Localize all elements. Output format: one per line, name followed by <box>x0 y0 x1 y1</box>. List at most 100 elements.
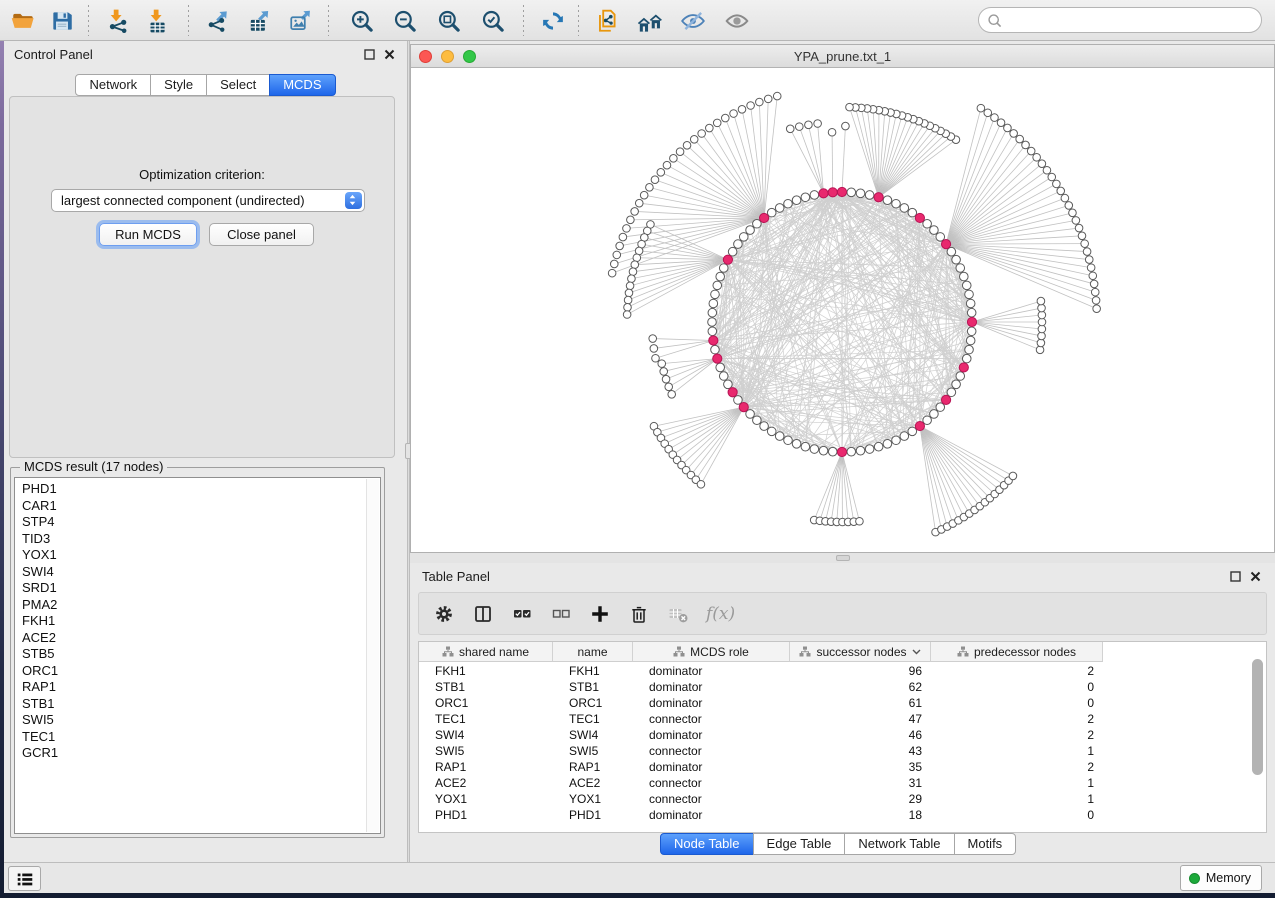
mcds-result-item[interactable]: TID3 <box>22 531 58 548</box>
clone-network-button[interactable] <box>590 4 624 37</box>
mcds-result-item[interactable]: STB5 <box>22 646 58 663</box>
mcds-result-item[interactable]: STP4 <box>22 514 58 531</box>
export-table-icon <box>247 8 273 34</box>
mcds-result-item[interactable]: SWI5 <box>22 712 58 729</box>
mcds-result-item[interactable]: ORC1 <box>22 663 58 680</box>
run-mcds-button[interactable]: Run MCDS <box>99 223 197 246</box>
export-image-button[interactable] <box>284 4 318 37</box>
float-icon <box>1230 571 1241 582</box>
hide-graphics-button[interactable] <box>676 4 710 37</box>
table-row[interactable]: SWI5SWI5connector431 <box>419 743 1103 759</box>
column-header-shared-name[interactable]: shared name <box>419 642 553 662</box>
tab-network[interactable]: Network <box>75 74 151 96</box>
create-column-button[interactable] <box>589 602 613 626</box>
result-list-scrollbar[interactable] <box>366 479 379 832</box>
mcds-result-item[interactable]: RAP1 <box>22 679 58 696</box>
mcds-result-title: MCDS result (17 nodes) <box>20 459 167 474</box>
memory-button[interactable]: Memory <box>1180 865 1262 891</box>
network-overview-button[interactable] <box>633 4 667 37</box>
tab-mcds[interactable]: MCDS <box>269 74 335 96</box>
mcds-result-item[interactable]: YOX1 <box>22 547 58 564</box>
close-panel-button[interactable] <box>384 48 397 61</box>
refresh-button[interactable] <box>536 4 570 37</box>
column-header-predecessor-nodes[interactable]: predecessor nodes <box>931 642 1103 662</box>
tab-style[interactable]: Style <box>150 74 207 96</box>
float-table-panel-button[interactable] <box>1230 570 1243 583</box>
table-panel: Table Panel f(x) shared na <box>410 563 1275 860</box>
horizontal-splitter[interactable] <box>410 553 1275 563</box>
export-network-button[interactable] <box>202 4 236 37</box>
show-columns-button[interactable] <box>472 602 496 626</box>
zoom-in-button[interactable] <box>345 4 379 37</box>
function-builder-label[interactable]: f(x) <box>706 604 735 624</box>
float-panel-button[interactable] <box>364 48 377 61</box>
mcds-result-item[interactable]: FKH1 <box>22 613 58 630</box>
table-row[interactable]: RAP1RAP1dominator352 <box>419 759 1103 775</box>
table-cell: FKH1 <box>419 663 553 679</box>
table-cell: 31 <box>790 775 931 791</box>
main-toolbar <box>0 0 1275 41</box>
export-table-button[interactable] <box>243 4 277 37</box>
column-header-MCDS-role[interactable]: MCDS role <box>633 642 790 662</box>
column-header-successor-nodes[interactable]: successor nodes <box>790 642 931 662</box>
show-graphics-button[interactable] <box>720 4 754 37</box>
delete-table-button[interactable] <box>667 602 691 626</box>
mcds-result-item[interactable]: GCR1 <box>22 745 58 762</box>
search-input[interactable] <box>1007 9 1255 31</box>
zoom-out-button[interactable] <box>388 4 422 37</box>
splitter-handle[interactable] <box>836 555 850 561</box>
tab-motifs[interactable]: Motifs <box>954 833 1017 855</box>
zoom-selected-icon <box>480 8 506 34</box>
mcds-result-item[interactable]: PHD1 <box>22 481 58 498</box>
table-scrollbar-thumb[interactable] <box>1252 659 1263 775</box>
table-cell: 0 <box>931 695 1103 711</box>
open-session-button[interactable] <box>6 4 40 37</box>
import-table-icon <box>144 8 170 34</box>
table-row[interactable]: FKH1FKH1dominator962 <box>419 663 1103 679</box>
table-row[interactable]: STB1STB1dominator620 <box>419 679 1103 695</box>
table-row[interactable]: YOX1YOX1connector291 <box>419 791 1103 807</box>
zoom-fit-button[interactable] <box>432 4 466 37</box>
deselect-all-button[interactable] <box>550 602 574 626</box>
mcds-result-item[interactable]: TEC1 <box>22 729 58 746</box>
tab-select[interactable]: Select <box>206 74 270 96</box>
column-header-name[interactable]: name <box>553 642 633 662</box>
table-cell: RAP1 <box>419 759 553 775</box>
memory-status-icon <box>1189 873 1200 884</box>
network-canvas[interactable] <box>411 68 1274 552</box>
mcds-result-list[interactable]: PHD1CAR1STP4TID3YOX1SWI4SRD1PMA2FKH1ACE2… <box>14 477 381 834</box>
column-type-icon <box>799 646 811 657</box>
search-box <box>978 7 1262 33</box>
table-row[interactable]: PHD1PHD1dominator180 <box>419 807 1103 823</box>
select-all-button[interactable] <box>511 602 535 626</box>
show-panels-button[interactable] <box>8 866 41 891</box>
save-session-button[interactable] <box>45 4 79 37</box>
close-mcds-panel-button[interactable]: Close panel <box>209 223 314 246</box>
mcds-result-item[interactable]: CAR1 <box>22 498 58 515</box>
table-cell: PHD1 <box>553 807 633 823</box>
mcds-result-item[interactable]: PMA2 <box>22 597 58 614</box>
import-table-button[interactable] <box>140 4 174 37</box>
close-table-panel-button[interactable] <box>1250 570 1263 583</box>
optimization-criterion-select[interactable]: largest connected component (undirected) <box>51 189 365 212</box>
table-cell: SWI5 <box>553 743 633 759</box>
table-row[interactable]: TEC1TEC1connector472 <box>419 711 1103 727</box>
tab-edge-table[interactable]: Edge Table <box>753 833 846 855</box>
table-cell: 46 <box>790 727 931 743</box>
mcds-result-item[interactable]: ACE2 <box>22 630 58 647</box>
tab-node-table[interactable]: Node Table <box>660 833 754 855</box>
zoom-selected-button[interactable] <box>476 4 510 37</box>
mcds-result-item[interactable]: SRD1 <box>22 580 58 597</box>
table-row[interactable]: SWI4SWI4dominator462 <box>419 727 1103 743</box>
tab-network-table[interactable]: Network Table <box>844 833 954 855</box>
table-row[interactable]: ACE2ACE2connector311 <box>419 775 1103 791</box>
table-row[interactable]: ORC1ORC1dominator610 <box>419 695 1103 711</box>
table-cell: 18 <box>790 807 931 823</box>
table-mode-button[interactable] <box>433 602 457 626</box>
mcds-result-item[interactable]: SWI4 <box>22 564 58 581</box>
column-header-label: MCDS role <box>690 645 749 659</box>
import-network-button[interactable] <box>100 4 134 37</box>
mcds-result-item[interactable]: STB1 <box>22 696 58 713</box>
table-body: FKH1FKH1dominator962STB1STB1dominator620… <box>419 663 1103 823</box>
delete-column-button[interactable] <box>628 602 652 626</box>
